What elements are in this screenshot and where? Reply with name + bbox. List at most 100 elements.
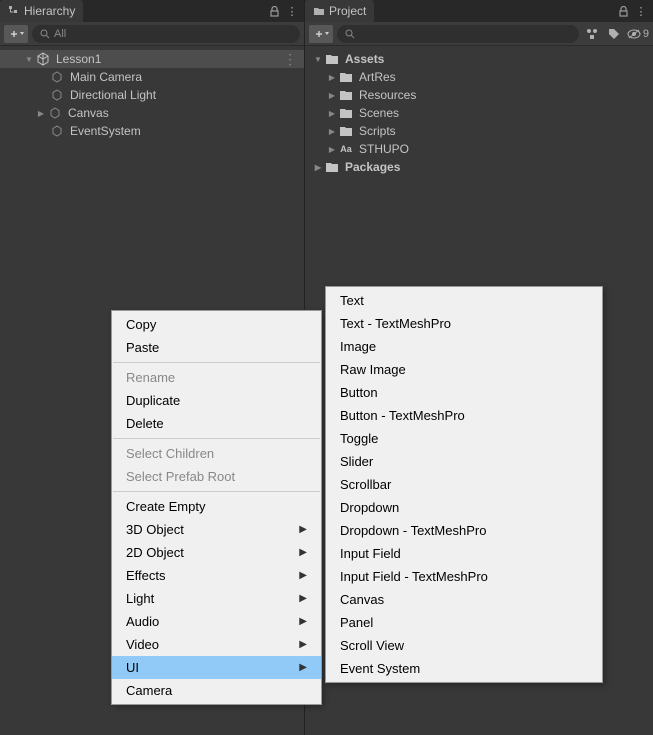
submenu-button-tmp[interactable]: Button - TextMeshPro: [326, 404, 602, 427]
gameobject-icon: [50, 88, 64, 102]
submenu-image[interactable]: Image: [326, 335, 602, 358]
lock-icon[interactable]: [617, 5, 629, 17]
menu-camera[interactable]: Camera: [112, 679, 321, 702]
foldout-icon[interactable]: ▶: [327, 127, 337, 136]
menu-video[interactable]: Video▶: [112, 633, 321, 656]
submenu-text-tmp[interactable]: Text - TextMeshPro: [326, 312, 602, 335]
chevron-right-icon: ▶: [299, 593, 307, 604]
folder-row[interactable]: ▶ Resources: [305, 86, 653, 104]
packages-folder-row[interactable]: ▶ Packages: [305, 158, 653, 176]
font-asset-row[interactable]: ▶ Aa STHUPO: [305, 140, 653, 158]
submenu-canvas[interactable]: Canvas: [326, 588, 602, 611]
menu-delete[interactable]: Delete: [112, 412, 321, 435]
foldout-icon[interactable]: ▶: [327, 145, 337, 154]
foldout-icon[interactable]: ▶: [36, 109, 46, 118]
menu-audio[interactable]: Audio▶: [112, 610, 321, 633]
folder-icon: [325, 52, 339, 66]
submenu-scrollbar[interactable]: Scrollbar: [326, 473, 602, 496]
folder-icon: [339, 88, 353, 102]
chevron-right-icon: ▶: [299, 570, 307, 581]
project-tab[interactable]: Project: [305, 0, 374, 22]
eye-off-icon: [627, 29, 641, 39]
folder-row[interactable]: ▶ Scripts: [305, 122, 653, 140]
folder-label: Resources: [359, 88, 416, 102]
chevron-right-icon: ▶: [299, 616, 307, 627]
submenu-dropdown[interactable]: Dropdown: [326, 496, 602, 519]
chevron-right-icon: ▶: [299, 547, 307, 558]
chevron-right-icon: ▶: [299, 639, 307, 650]
hierarchy-search[interactable]: All: [32, 25, 300, 43]
gameobject-row[interactable]: EventSystem: [0, 122, 304, 140]
assets-folder-row[interactable]: ▼ Assets: [305, 50, 653, 68]
font-label: STHUPO: [359, 142, 409, 156]
hidden-count[interactable]: 9: [627, 28, 649, 40]
folder-row[interactable]: ▶ ArtRes: [305, 68, 653, 86]
scene-row[interactable]: ▼ Lesson1 ⋮: [0, 50, 304, 68]
filter-type-icon[interactable]: [583, 25, 601, 43]
menu-paste[interactable]: Paste: [112, 336, 321, 359]
menu-ui[interactable]: UI▶: [112, 656, 321, 679]
menu-icon[interactable]: ⋮: [286, 5, 298, 17]
submenu-input-field[interactable]: Input Field: [326, 542, 602, 565]
font-icon: Aa: [339, 142, 353, 156]
folder-icon: [339, 70, 353, 84]
submenu-event-system[interactable]: Event System: [326, 657, 602, 680]
folder-icon: [339, 106, 353, 120]
menu-icon[interactable]: ⋮: [635, 5, 647, 17]
project-tab-label: Project: [329, 4, 366, 18]
submenu-slider[interactable]: Slider: [326, 450, 602, 473]
folder-icon: [313, 5, 325, 17]
gameobject-label: Main Camera: [70, 70, 142, 84]
gameobject-label: Canvas: [68, 106, 109, 120]
menu-2d-object[interactable]: 2D Object▶: [112, 541, 321, 564]
menu-rename: Rename: [112, 366, 321, 389]
hierarchy-toolbar: All: [0, 22, 304, 46]
gameobject-row[interactable]: Main Camera: [0, 68, 304, 86]
project-toolbar: 9: [305, 22, 653, 46]
foldout-icon[interactable]: ▶: [313, 163, 323, 172]
submenu-panel[interactable]: Panel: [326, 611, 602, 634]
filter-label-icon[interactable]: [605, 25, 623, 43]
gameobject-icon: [50, 124, 64, 138]
submenu-dropdown-tmp[interactable]: Dropdown - TextMeshPro: [326, 519, 602, 542]
folder-row[interactable]: ▶ Scenes: [305, 104, 653, 122]
hierarchy-tab[interactable]: Hierarchy: [0, 0, 83, 22]
lock-icon[interactable]: [268, 5, 280, 17]
gameobject-label: EventSystem: [70, 124, 141, 138]
hierarchy-tab-bar: Hierarchy ⋮: [0, 0, 304, 22]
submenu-input-field-tmp[interactable]: Input Field - TextMeshPro: [326, 565, 602, 588]
gameobject-row[interactable]: Directional Light: [0, 86, 304, 104]
folder-label: Assets: [345, 52, 384, 66]
menu-create-empty[interactable]: Create Empty: [112, 495, 321, 518]
gameobject-label: Directional Light: [70, 88, 156, 102]
search-icon: [40, 29, 50, 39]
foldout-icon[interactable]: ▼: [24, 55, 34, 64]
project-search[interactable]: [337, 25, 579, 43]
ui-submenu: Text Text - TextMeshPro Image Raw Image …: [325, 286, 603, 683]
foldout-icon[interactable]: ▼: [313, 55, 323, 64]
folder-icon: [339, 124, 353, 138]
add-button[interactable]: [4, 25, 28, 43]
foldout-icon[interactable]: ▶: [327, 109, 337, 118]
submenu-button[interactable]: Button: [326, 381, 602, 404]
more-icon[interactable]: ⋮: [283, 51, 298, 68]
foldout-icon[interactable]: ▶: [327, 91, 337, 100]
search-icon: [345, 29, 355, 39]
submenu-scroll-view[interactable]: Scroll View: [326, 634, 602, 657]
hierarchy-icon: [8, 5, 20, 17]
menu-separator: [113, 362, 320, 363]
menu-duplicate[interactable]: Duplicate: [112, 389, 321, 412]
foldout-icon[interactable]: ▶: [327, 73, 337, 82]
add-button[interactable]: [309, 25, 333, 43]
menu-effects[interactable]: Effects▶: [112, 564, 321, 587]
submenu-text[interactable]: Text: [326, 289, 602, 312]
chevron-right-icon: ▶: [299, 524, 307, 535]
submenu-toggle[interactable]: Toggle: [326, 427, 602, 450]
hierarchy-tab-label: Hierarchy: [24, 4, 75, 18]
menu-copy[interactable]: Copy: [112, 313, 321, 336]
gameobject-row[interactable]: ▶ Canvas: [0, 104, 304, 122]
submenu-raw-image[interactable]: Raw Image: [326, 358, 602, 381]
menu-3d-object[interactable]: 3D Object▶: [112, 518, 321, 541]
scene-label: Lesson1: [56, 52, 101, 66]
menu-light[interactable]: Light▶: [112, 587, 321, 610]
